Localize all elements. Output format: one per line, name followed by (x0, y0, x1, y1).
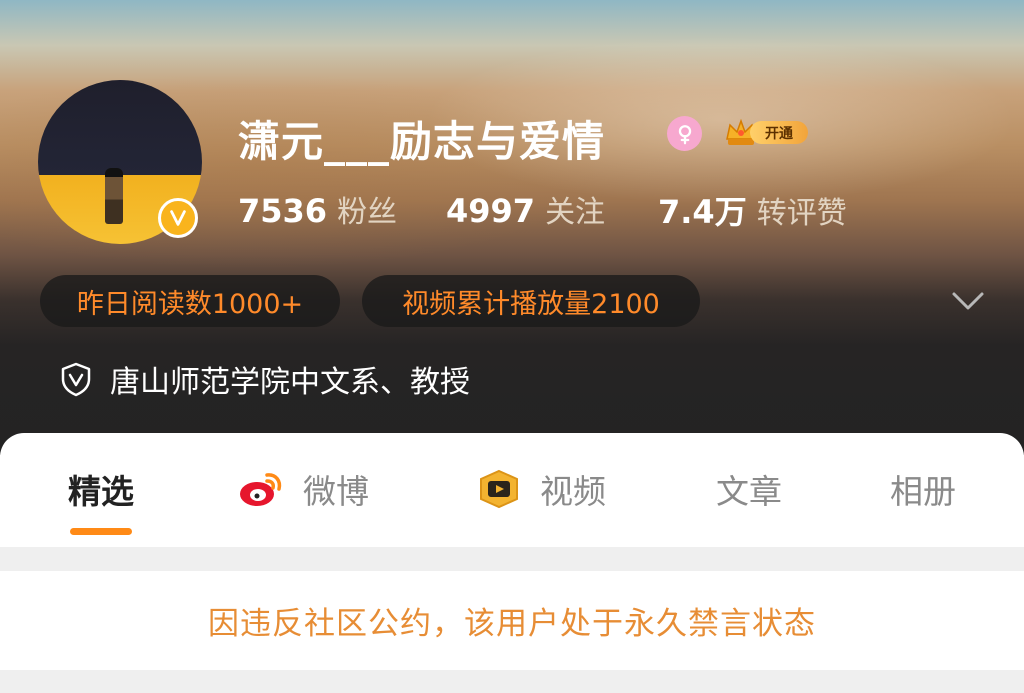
video-plays-pill[interactable]: 视频累计播放量2100 (362, 275, 700, 327)
vip-badge[interactable]: 开通 (722, 114, 810, 150)
tab-video[interactable]: 视频 (474, 467, 606, 511)
followers-label: 粉丝 (337, 195, 398, 230)
followers-stat[interactable]: 7536 粉丝 (238, 187, 397, 231)
tab-weibo[interactable]: 微博 (237, 467, 369, 511)
tab-featured-label: 精选 (68, 472, 134, 511)
username: 潇元___励志与爱情 (238, 117, 606, 166)
active-tab-indicator (70, 528, 132, 535)
verified-v-icon (158, 198, 198, 238)
engagement-label: 转评赞 (756, 196, 847, 231)
following-label: 关注 (545, 195, 606, 230)
followers-count: 7536 (238, 192, 328, 230)
bottom-gap (0, 670, 1024, 693)
certification-row: 唐山师范学院中文系、教授 (58, 358, 470, 400)
profile-header: 潇元___励志与爱情 开通 7536 粉丝 4997 关注 7.4万 转评赞 昨… (0, 0, 1024, 455)
video-icon (480, 469, 518, 509)
ban-notice: 因违反社区公约，该用户处于永久禁言状态 (0, 571, 1024, 670)
tab-albums-label: 相册 (890, 472, 956, 511)
certification-text: 唐山师范学院中文系、教授 (110, 365, 470, 400)
chevron-down-icon[interactable] (950, 289, 986, 313)
tab-articles[interactable]: 文章 (716, 467, 782, 511)
following-stat[interactable]: 4997 关注 (446, 187, 605, 231)
vip-open-label: 开通 (750, 121, 808, 144)
section-gap (0, 547, 1024, 571)
shield-icon (61, 362, 91, 397)
reads-yesterday-pill[interactable]: 昨日阅读数1000+ (40, 275, 340, 327)
weibo-icon (240, 473, 282, 506)
tab-articles-label: 文章 (716, 472, 782, 511)
profile-tabs: 精选 微博 视频 文章 相册 (0, 433, 1024, 547)
avatar-person-figure (105, 168, 123, 224)
tab-weibo-label: 微博 (303, 472, 369, 511)
tab-albums[interactable]: 相册 (890, 467, 956, 511)
verified-v-glyph (170, 210, 186, 226)
tab-video-label: 视频 (540, 472, 606, 511)
female-icon (667, 116, 702, 151)
tab-featured[interactable]: 精选 (68, 467, 134, 511)
following-count: 4997 (446, 192, 536, 230)
engagement-stat[interactable]: 7.4万 转评赞 (658, 187, 847, 233)
engagement-count: 7.4万 (658, 193, 747, 231)
